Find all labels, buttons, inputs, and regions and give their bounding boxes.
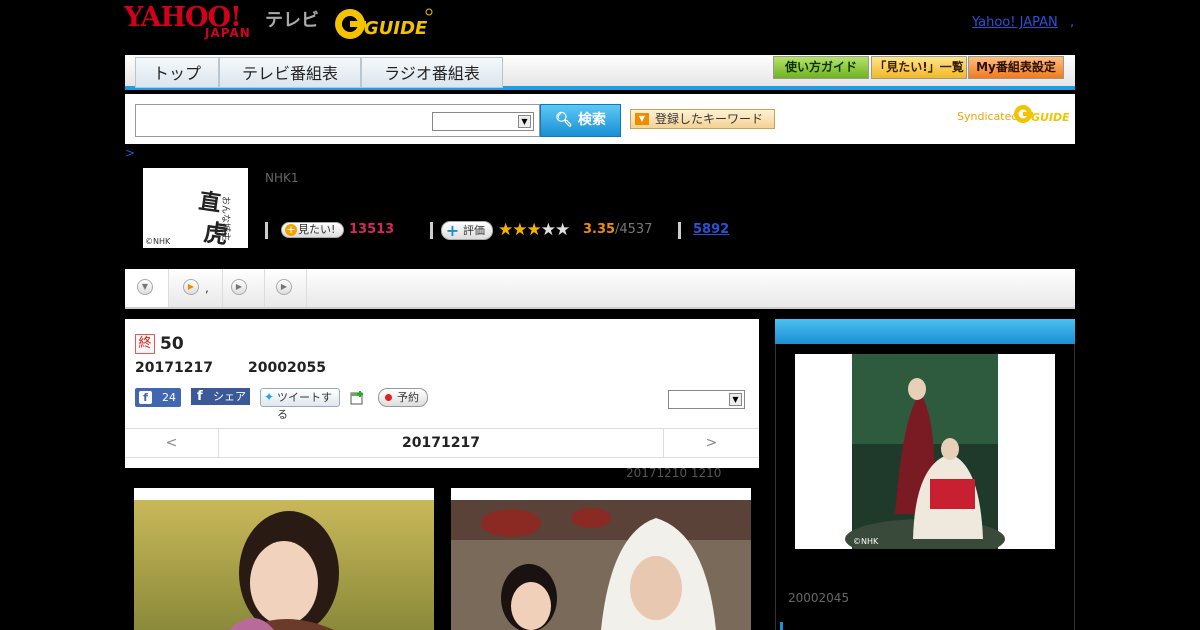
search-button[interactable]: 🔍︎ 検索 [540, 104, 621, 137]
facebook-like-button[interactable]: f 24 [135, 388, 181, 407]
mitai-label: 見たい! [298, 223, 336, 236]
tab-radio-schedule[interactable]: ラジオ番組表 [361, 57, 503, 88]
my-program-settings-button[interactable]: My番組表設定 [968, 56, 1064, 79]
yahoo-japan-logo-text: JAPAN [205, 26, 251, 40]
breadcrumb[interactable]: > [125, 146, 135, 160]
reserve-label: 予約 [397, 391, 419, 404]
facebook-share-label: シェア [213, 390, 246, 403]
rating-stars: ★★★★★ [498, 220, 570, 240]
facebook-share-button[interactable]: f シェア [191, 388, 250, 405]
plus-icon: + [285, 223, 297, 236]
stat-divider [678, 222, 681, 239]
reserve-button[interactable]: 予約 [378, 388, 428, 407]
tweet-label: ツイートする [277, 391, 332, 421]
tab-item-1[interactable]: ▼ [125, 269, 169, 307]
sidebar-program-id: 20002045 [788, 591, 850, 605]
star-empty-icon: ★ [555, 220, 570, 240]
episode-navigation: < 20171217 > [125, 428, 759, 458]
episode-select[interactable]: ▼ [668, 390, 745, 409]
tweet-button[interactable]: ✦ ツイートする [260, 388, 340, 421]
star-filled-icon: ★ [498, 220, 513, 240]
play-icon: ▶ [183, 279, 199, 295]
program-key-visual[interactable]: ©NHK [795, 354, 1055, 549]
svg-text:直: 直 [197, 188, 222, 217]
record-dot-icon [385, 394, 392, 401]
chevron-down-icon: ▼ [729, 393, 742, 406]
svg-text:GUIDE: GUIDE [364, 18, 428, 39]
plus-icon: + [445, 221, 460, 240]
thumb-copyright: ©NHK [145, 237, 171, 246]
add-calendar-icon[interactable] [350, 390, 366, 406]
search-area: ▼ 🔍︎ 検索 ▼ 登録したキーワード Syndicated GUIDE [125, 94, 1075, 144]
rate-label: 評価 [463, 224, 485, 237]
rate-button[interactable]: + 評価 [441, 221, 493, 240]
arrow-down-icon: ▼ [635, 113, 649, 125]
mitai-button[interactable]: + 見たい! [281, 222, 344, 238]
svg-text:おんな城主: おんな城主 [220, 196, 232, 241]
next-episode-button[interactable]: > [663, 429, 759, 457]
stat-divider [430, 222, 433, 239]
tab-item-4[interactable]: ▶ [265, 269, 307, 307]
rating-total: /4537 [615, 222, 653, 237]
syndicated-label: Syndicated [957, 110, 1019, 123]
rating-value: 3.35 [583, 222, 616, 237]
search-icon: 🔍︎ [555, 112, 573, 128]
yahoo-japan-link[interactable]: Yahoo! JAPAN [972, 15, 1058, 30]
syndicated-gguide-logo: GUIDE [1014, 105, 1069, 124]
previous-episode-button[interactable]: < [125, 429, 219, 457]
mitai-count: 13513 [349, 222, 395, 237]
header-extra-link[interactable]: , [1070, 15, 1074, 30]
facebook-like-count: 24 [162, 391, 176, 404]
keywords-label: 登録したキーワード [655, 112, 764, 126]
episode-panel: 終 50 20171217 20002055 f 24 f シェア ✦ ツイート… [125, 319, 759, 468]
chevron-down-icon: ▼ [137, 279, 153, 295]
current-episode-date: 20171217 [402, 435, 480, 451]
episode-date: 20171217 [135, 360, 213, 376]
episode-photo-2[interactable] [451, 488, 751, 630]
episode-number: 50 [160, 334, 184, 354]
tab-item-2-text: , [205, 281, 209, 295]
twitter-bird-icon: ✦ [264, 390, 275, 404]
final-episode-badge: 終 [135, 334, 155, 354]
tab-item-2[interactable]: ▶ , [169, 269, 223, 307]
sidebar-accent-bar [780, 622, 783, 630]
main-nav: トップ テレビ番組表 ラジオ番組表 使い方ガイド 「見たい!」一覧 My番組表設… [125, 55, 1075, 90]
star-filled-icon: ★ [526, 220, 542, 240]
episode-id: 20002055 [248, 360, 326, 376]
episode-photo-1[interactable] [134, 488, 434, 630]
chevron-down-icon: ▼ [518, 115, 531, 128]
play-icon: ▶ [231, 279, 247, 295]
previous-broadcast-note: 20171210 1210 [626, 466, 722, 480]
star-empty-icon: ★ [540, 220, 556, 240]
stat-divider [265, 222, 268, 239]
facebook-icon: f [197, 389, 203, 404]
channel-name: NHK1 [265, 171, 299, 185]
usage-guide-button[interactable]: 使い方ガイド [773, 56, 869, 79]
key-visual-copyright: ©NHK [853, 537, 879, 546]
facebook-icon: f [139, 391, 152, 404]
svg-text:GUIDE: GUIDE [1031, 111, 1069, 124]
search-button-label: 検索 [577, 112, 606, 128]
star-filled-icon: ★ [512, 220, 527, 240]
episode-tab-strip: ▼ ▶ , ▶ ▶ [125, 269, 1075, 309]
tab-tv-schedule[interactable]: テレビ番組表 [219, 57, 361, 88]
tv-logo-text[interactable]: テレビ [265, 6, 319, 32]
mitai-list-button[interactable]: 「見たい!」一覧 [871, 56, 967, 79]
play-icon: ▶ [276, 279, 292, 295]
sidebar-header [775, 319, 1075, 344]
tab-top[interactable]: トップ [135, 57, 219, 88]
search-category-select[interactable]: ▼ [432, 112, 534, 131]
tab-item-3[interactable]: ▶ [223, 269, 265, 307]
review-count-link[interactable]: 5892 [693, 222, 729, 237]
gguide-logo[interactable]: GUIDE [334, 6, 434, 42]
program-thumbnail: 直 虎 おんな城主 ©NHK [143, 168, 248, 248]
registered-keywords-button[interactable]: ▼ 登録したキーワード [630, 109, 775, 129]
